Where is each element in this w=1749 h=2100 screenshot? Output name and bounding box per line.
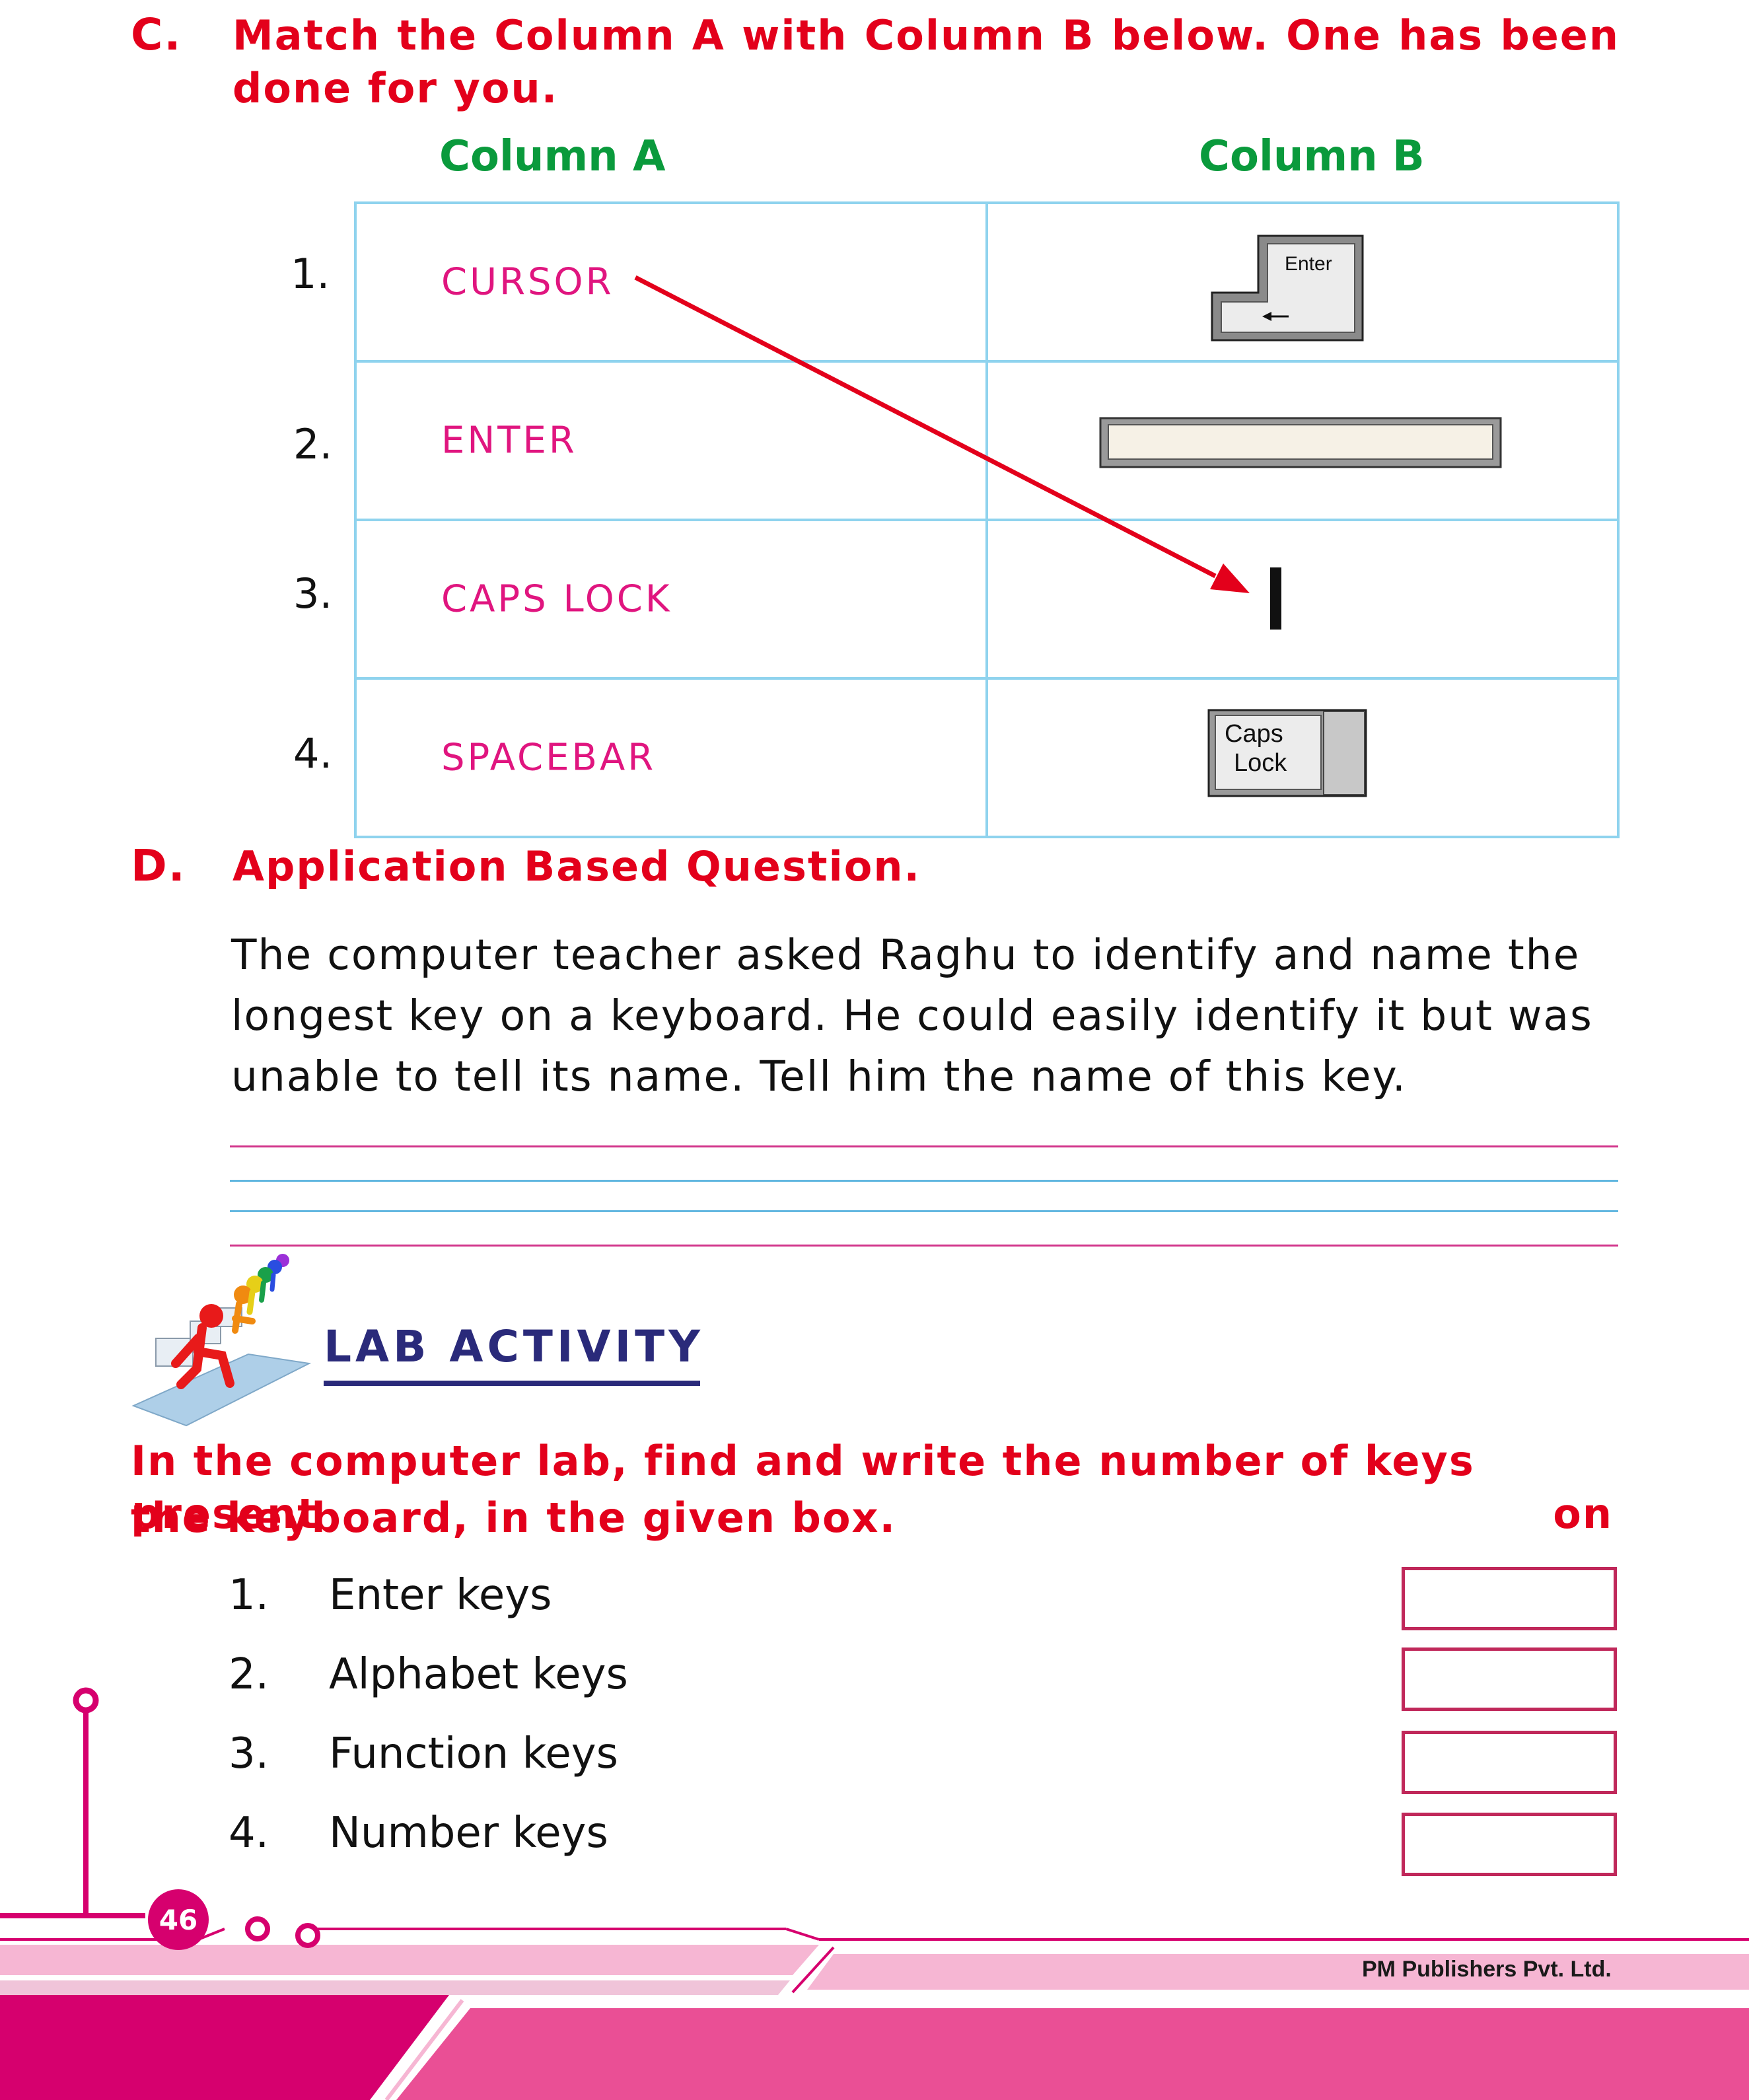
publisher-name: PM Publishers Pvt. Ltd. — [1362, 1957, 1612, 1982]
answer-line[interactable] — [230, 1145, 1618, 1147]
lab-item-enter-keys: Enter keys — [329, 1571, 552, 1620]
computer-lab-icon — [131, 1254, 312, 1427]
lab-item-number: 1. — [229, 1571, 269, 1620]
question-line1: The computer teacher asked Raghu to iden… — [231, 931, 1581, 979]
lab-activity-title: LAB ACTIVITY — [324, 1321, 704, 1372]
section-d-title: Application Based Question. — [232, 842, 921, 890]
answer-line-guide — [230, 1180, 1618, 1182]
answer-line[interactable] — [230, 1245, 1618, 1247]
section-d-letter: D. — [131, 840, 186, 891]
lab-title-underline — [324, 1381, 700, 1386]
footer-decoration — [0, 1687, 1749, 2100]
lab-instruction-line2: the keyboard, in the given box. — [131, 1494, 897, 1542]
answer-line-guide — [230, 1210, 1618, 1212]
answer-box-enter-keys[interactable] — [1402, 1567, 1617, 1630]
question-line3: unable to tell its name. Tell him the na… — [231, 1052, 1407, 1101]
page-number: 46 — [159, 1904, 198, 1936]
question-line2: longest key on a keyboard. He could easi… — [231, 992, 1593, 1040]
match-arrow — [634, 275, 1250, 593]
